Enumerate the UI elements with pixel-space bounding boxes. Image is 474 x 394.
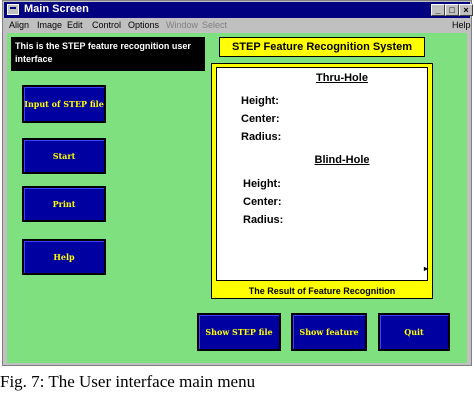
menu-edit[interactable]: Edit: [67, 20, 83, 30]
menu-control[interactable]: Control: [92, 20, 121, 30]
menu-options[interactable]: Options: [128, 20, 159, 30]
show-feature-button[interactable]: Show feature: [291, 313, 367, 351]
blind-hole-center-label: Center:: [243, 196, 282, 208]
show-step-file-button[interactable]: Show STEP file: [197, 313, 281, 351]
input-step-file-button[interactable]: Input of STEP file: [22, 85, 106, 123]
figure-caption: Fig. 7: The User interface main menu: [0, 372, 256, 391]
close-button[interactable]: ×: [459, 4, 473, 16]
menu-select: Select: [202, 20, 228, 30]
app-icon[interactable]: [7, 4, 19, 15]
thru-hole-header: Thru-Hole: [316, 72, 368, 84]
menu-align[interactable]: Align: [9, 20, 29, 30]
result-caption: The Result of Feature Recognition: [248, 286, 396, 296]
thru-hole-height-label: Height:: [241, 95, 279, 107]
start-button[interactable]: Start: [22, 138, 106, 174]
menu-help[interactable]: Help: [452, 20, 471, 30]
print-button[interactable]: Print: [22, 186, 106, 222]
quit-button[interactable]: Quit: [378, 313, 450, 351]
help-button[interactable]: Help: [22, 239, 106, 275]
result-frame: Thru-Hole Height: Center: Radius: Blind-…: [211, 63, 433, 299]
title-bar[interactable]: Main Screen _ □ ×: [4, 2, 473, 18]
blind-hole-radius-label: Radius:: [243, 214, 284, 226]
minimize-button[interactable]: _: [431, 4, 445, 16]
blind-hole-header: Blind-Hole: [314, 154, 370, 166]
main-window: Main Screen _ □ × Align Image Edit Contr…: [2, 0, 473, 366]
result-panel: Thru-Hole Height: Center: Radius: Blind-…: [216, 67, 428, 281]
maximize-button[interactable]: □: [445, 4, 459, 16]
blind-hole-height-label: Height:: [243, 178, 281, 190]
system-title: STEP Feature Recognition System: [219, 37, 425, 57]
menu-image[interactable]: Image: [37, 20, 62, 30]
chevron-right-icon: ▸: [423, 264, 428, 273]
menu-window: Window: [166, 20, 199, 30]
thru-hole-center-label: Center:: [241, 113, 280, 125]
info-text-box: This is the STEP feature recognition use…: [11, 37, 205, 71]
thru-hole-radius-label: Radius:: [241, 131, 282, 143]
client-area: This is the STEP feature recognition use…: [7, 33, 467, 363]
menu-bar: Align Image Edit Control Options Window …: [4, 19, 471, 32]
window-title: Main Screen: [24, 3, 89, 15]
